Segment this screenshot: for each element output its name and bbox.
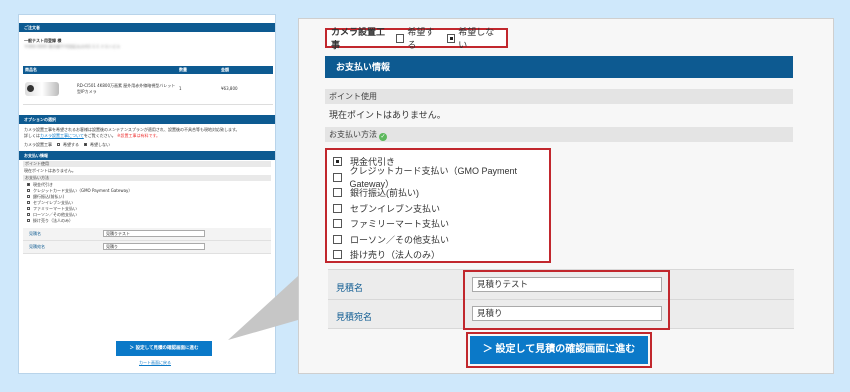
mini-options-header: オプションの選択 — [19, 114, 275, 124]
mini-points-label: ポイント使用 — [23, 160, 271, 167]
camera-install-label: カメラ設置工事 — [331, 27, 386, 50]
payment-method-label: セブンイレブン支払い — [350, 203, 441, 214]
quote-name-input[interactable]: 見積りテスト — [472, 277, 662, 292]
quote-name-label: 見積名 — [336, 283, 364, 293]
mini-quote-to-row: 見積宛名 見積り — [23, 240, 271, 254]
payment-info-header: お支払い情報 — [325, 56, 793, 78]
points-text: 現在ポイントはありません。 — [329, 110, 446, 120]
mini-product-name[interactable]: RD-CI501 4K800万画素 屋外用赤外線暗視型バレット型IPカメラ — [77, 83, 177, 95]
mini-col-name: 商品名 — [23, 66, 177, 74]
mini-cart-link[interactable]: カート画面に戻る — [139, 360, 171, 366]
checkbox[interactable] — [446, 33, 456, 43]
mini-quote-name-label: 見積名 — [29, 230, 41, 236]
payment-method-label: ローソン／その他支払い — [350, 234, 450, 245]
list-item[interactable]: クレジットカード支払い（GMO Payment Gateway） — [333, 166, 549, 189]
payment-method-label: 掛け売り（法人のみ） — [350, 250, 441, 261]
mini-camera-opt1-checkbox[interactable] — [57, 143, 60, 146]
mini-order-header: ご注文者 — [19, 23, 275, 32]
camera-option-not-want-label: 希望しない — [458, 27, 495, 50]
checkbox[interactable] — [333, 172, 342, 182]
quote-to-input[interactable]: 見積り — [472, 306, 662, 321]
quote-fields-highlight: 見積りテスト 見積り — [463, 270, 670, 330]
submit-quote-button[interactable]: ＞ 設定して見積の確認画面に進む — [470, 336, 648, 364]
mini-col-qty: 数量 — [177, 66, 219, 74]
camera-option-not-want[interactable]: 希望しない — [446, 25, 500, 51]
mini-submit-button[interactable]: ＞ 設定して見積の確認画面に進む — [116, 341, 212, 356]
camera-install-highlight: カメラ設置工事 希望する 希望しない — [325, 25, 508, 51]
checkbox[interactable] — [395, 33, 405, 43]
mini-page-thumbnail: ご注文者 一般テスト用登録 様 〒000-0000 東京都千代田区丸の内1-1-… — [18, 14, 276, 374]
mini-options-required: ※設置工事は有料です。 — [117, 132, 161, 138]
mini-quote-name-row: 見積名 見積りテスト — [23, 227, 271, 241]
mini-camera-opt2-checkbox[interactable] — [84, 143, 87, 146]
list-item[interactable]: ファミリーマート支払い — [333, 216, 549, 232]
checkbox[interactable] — [333, 203, 342, 213]
checkbox[interactable] — [27, 219, 30, 222]
payment-method-label-row: お支払い方法 ✓ — [325, 127, 793, 142]
checkbox[interactable] — [27, 183, 30, 186]
mini-qty: 1 — [177, 74, 219, 105]
mini-col-price: 金額 — [219, 66, 273, 74]
camera-option-want[interactable]: 希望する — [395, 25, 441, 51]
checkbox[interactable] — [27, 213, 30, 216]
mini-cart-table: 商品名 数量 金額 RD-CI501 4K800万画素 屋外用赤外線暗視型バレッ… — [23, 66, 273, 105]
list-item[interactable]: 掛け売り（法人のみ） — [333, 247, 549, 263]
mini-camera-label: カメラ設置工事 — [24, 141, 52, 147]
mini-options-note-suffix: をご覧ください。 — [83, 132, 116, 138]
mini-options-link[interactable]: カメラ設置工事について — [40, 133, 84, 138]
payment-method-label: お支払い方法 — [329, 130, 377, 139]
mini-price: ¥63,800 — [219, 74, 273, 105]
checkbox[interactable] — [27, 207, 30, 210]
checkbox[interactable] — [333, 157, 342, 167]
list-item[interactable]: セブンイレブン支払い — [333, 201, 549, 217]
mini-address-2 — [19, 50, 275, 56]
mini-quote-to-input[interactable]: 見積り — [103, 243, 205, 250]
checkbox[interactable] — [27, 195, 30, 198]
points-label: ポイント使用 — [325, 89, 793, 104]
checkbox[interactable] — [333, 250, 342, 260]
checkbox[interactable] — [333, 188, 342, 198]
mini-quote-name-input[interactable]: 見積りテスト — [103, 230, 205, 237]
camera-option-want-label: 希望する — [407, 27, 435, 50]
mini-points-text: 現在ポイントはありません。 — [24, 167, 76, 173]
mini-options-note-prefix: 詳しくは — [24, 132, 40, 138]
payment-methods-highlight: 現金代引き クレジットカード支払い（GMO Payment Gateway） 銀… — [325, 148, 551, 263]
checkbox[interactable] — [333, 234, 342, 244]
checkbox[interactable] — [333, 219, 342, 229]
check-icon: ✓ — [379, 133, 387, 141]
mini-method-label: お支払い方法 — [23, 174, 271, 181]
mini-method-label: 掛け売り（法人のみ） — [33, 217, 73, 223]
mini-methods-list: 現金代引き クレジットカード支払い（GMO Payment Gateway） 銀… — [19, 182, 275, 224]
checkbox[interactable] — [27, 189, 30, 192]
mini-camera-opt1: 希望する — [63, 141, 79, 147]
quote-to-label: 見積宛名 — [336, 312, 373, 322]
camera-product-icon — [25, 81, 59, 96]
checkbox[interactable] — [27, 201, 30, 204]
payment-method-label: ファミリーマート支払い — [350, 219, 450, 230]
list-item[interactable]: ローソン／その他支払い — [333, 232, 549, 248]
table-row: RD-CI501 4K800万画素 屋外用赤外線暗視型バレット型IPカメラ 1 … — [23, 74, 273, 105]
zoom-panel: カメラ設置工事 希望する 希望しない お支払い情報 ポイント使用 現在ポイントは… — [298, 18, 834, 374]
mini-camera-opt2: 希望しない — [90, 141, 110, 147]
mini-quote-to-label: 見積宛名 — [29, 243, 45, 249]
payment-method-label: 銀行振込(前払い) — [350, 188, 419, 199]
mini-pay-header: お支払い情報 — [19, 150, 275, 160]
